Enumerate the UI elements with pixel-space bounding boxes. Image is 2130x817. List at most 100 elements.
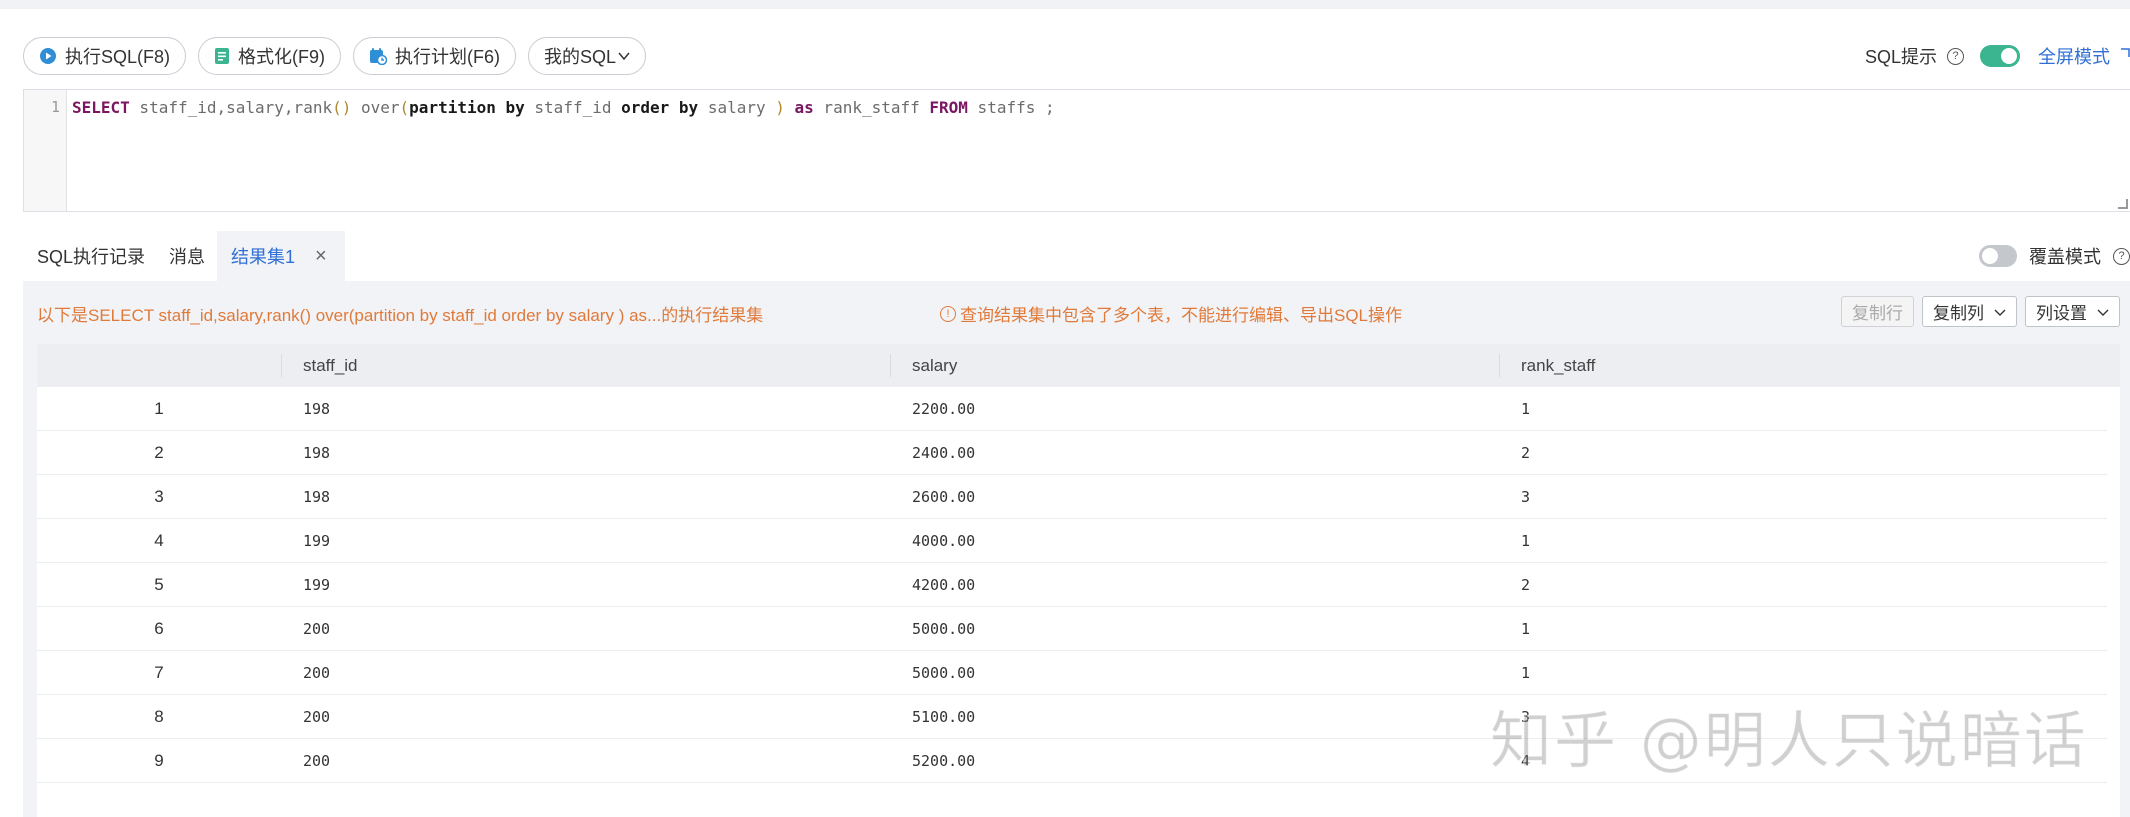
salary-cell[interactable]: 5200.00	[912, 739, 975, 782]
salary-cell[interactable]: 2200.00	[912, 387, 975, 430]
table-row[interactable]: 3 198 2600.00 3	[37, 475, 2107, 519]
row-number-cell[interactable]: 7	[37, 651, 281, 694]
staff-id-cell[interactable]: 198	[303, 475, 330, 518]
format-button[interactable]: 格式化(F9)	[198, 37, 342, 75]
row-number-cell[interactable]: 2	[37, 431, 281, 474]
row-number-cell[interactable]: 4	[37, 519, 281, 562]
chevron-down-icon	[1994, 302, 2006, 322]
chevron-down-icon	[618, 51, 630, 61]
column-divider[interactable]	[281, 354, 282, 377]
kw-order: order	[621, 98, 670, 117]
sql-editor[interactable]: 1 SELECT staff_id,salary,rank() over(par…	[23, 89, 2130, 212]
sql-toolbar: 执行SQL(F8) 格式化(F9) 执行计划(F6) 我的SQL	[23, 37, 647, 77]
kw-partition: partition	[409, 98, 496, 117]
result-warning: ! 查询结果集中包含了多个表，不能进行编辑、导出SQL操作	[940, 301, 1402, 326]
kw-select: SELECT	[72, 98, 130, 117]
salary-cell[interactable]: 5000.00	[912, 651, 975, 694]
close-icon[interactable]: ×	[315, 246, 327, 266]
column-settings-dropdown[interactable]: 列设置	[2025, 296, 2120, 327]
row-number-cell[interactable]: 3	[37, 475, 281, 518]
code-over: over	[351, 98, 400, 117]
cover-mode-toggle[interactable]	[1979, 245, 2017, 267]
header-salary[interactable]: salary	[912, 344, 957, 387]
header-rank-staff[interactable]: rank_staff	[1521, 344, 1595, 387]
rank-staff-cell[interactable]: 3	[1521, 475, 1530, 518]
code-paren: (	[399, 98, 410, 117]
plan-icon	[369, 47, 388, 65]
help-icon[interactable]: ?	[1947, 47, 1964, 65]
rank-staff-cell[interactable]: 1	[1521, 651, 1530, 694]
rank-staff-cell[interactable]: 2	[1521, 431, 1530, 474]
header-staff-id[interactable]: staff_id	[303, 344, 358, 387]
staff-id-cell[interactable]: 200	[303, 695, 330, 738]
staff-id-cell[interactable]: 198	[303, 431, 330, 474]
row-number-cell[interactable]: 6	[37, 607, 281, 650]
sql-hint-toggle[interactable]	[1980, 45, 2020, 67]
code-columns: staff_id,salary,rank	[129, 98, 333, 117]
salary-cell[interactable]: 4000.00	[912, 519, 975, 562]
salary-cell[interactable]: 2600.00	[912, 475, 975, 518]
editor-options: SQL提示 ? 全屏模式	[1865, 37, 2130, 75]
code-paren: )	[775, 98, 785, 117]
explain-plan-button[interactable]: 执行计划(F6)	[353, 37, 517, 75]
result-warning-text: 查询结果集中包含了多个表，不能进行编辑、导出SQL操作	[960, 306, 1403, 325]
table-row[interactable]: 1 198 2200.00 1	[37, 387, 2107, 431]
staff-id-cell[interactable]: 198	[303, 387, 330, 430]
result-info-text: 以下是SELECT staff_id,salary,rank() over(pa…	[37, 306, 764, 325]
my-sql-label: 我的SQL	[544, 47, 617, 67]
salary-cell[interactable]: 4200.00	[912, 563, 975, 606]
line-number: 1	[50, 98, 60, 116]
kw-by: by	[495, 98, 525, 117]
result-tabs: SQL执行记录 消息 结果集1 ×	[23, 231, 345, 281]
my-sql-dropdown[interactable]: 我的SQL	[528, 37, 647, 75]
salary-cell[interactable]: 2400.00	[912, 431, 975, 474]
grid-header-row: staff_id salary rank_staff	[37, 344, 2120, 387]
staff-id-cell[interactable]: 200	[303, 739, 330, 782]
row-number-cell[interactable]: 1	[37, 387, 281, 430]
code-col: staff_id	[524, 98, 622, 117]
rank-staff-cell[interactable]: 2	[1521, 563, 1530, 606]
kw-by: by	[669, 98, 699, 117]
table-row[interactable]: 7 200 5000.00 1	[37, 651, 2107, 695]
copy-column-dropdown[interactable]: 复制列	[1922, 296, 2017, 327]
staff-id-cell[interactable]: 199	[303, 563, 330, 606]
run-sql-button[interactable]: 执行SQL(F8)	[23, 37, 187, 75]
column-divider[interactable]	[1499, 354, 1500, 377]
table-row[interactable]: 5 199 4200.00 2	[37, 563, 2107, 607]
table-row[interactable]: 6 200 5000.00 1	[37, 607, 2107, 651]
staff-id-cell[interactable]: 200	[303, 651, 330, 694]
salary-cell[interactable]: 5000.00	[912, 607, 975, 650]
copy-row-button[interactable]: 复制行	[1841, 296, 1914, 327]
result-actions: 复制行 复制列 列设置	[1841, 296, 2120, 327]
tab-result-set-1[interactable]: 结果集1 ×	[217, 231, 345, 281]
sql-code-line[interactable]: SELECT staff_id,salary,rank() over(parti…	[72, 98, 1055, 117]
staff-id-cell[interactable]: 200	[303, 607, 330, 650]
format-label: 格式化(F9)	[238, 47, 326, 67]
tab-sql-history[interactable]: SQL执行记录	[23, 231, 157, 281]
code-table: staffs ;	[967, 98, 1055, 117]
column-divider[interactable]	[890, 354, 891, 377]
table-row[interactable]: 2 198 2400.00 2	[37, 431, 2107, 475]
help-icon[interactable]: ?	[2113, 247, 2130, 265]
row-number-cell[interactable]: 8	[37, 695, 281, 738]
format-doc-icon	[214, 47, 230, 65]
copy-column-label: 复制列	[1933, 304, 1984, 323]
info-icon: !	[940, 305, 956, 322]
chevron-down-icon	[2097, 302, 2109, 322]
expand-icon[interactable]	[2120, 46, 2130, 67]
staff-id-cell[interactable]: 199	[303, 519, 330, 562]
tab-messages[interactable]: 消息	[157, 231, 217, 281]
row-number-cell[interactable]: 5	[37, 563, 281, 606]
rank-staff-cell[interactable]: 1	[1521, 519, 1530, 562]
fullscreen-button[interactable]: 全屏模式	[2038, 43, 2110, 69]
table-row[interactable]: 4 199 4000.00 1	[37, 519, 2107, 563]
sql-hint-label: SQL提示	[1864, 47, 1937, 67]
salary-cell[interactable]: 5100.00	[912, 695, 975, 738]
header-row-number	[37, 344, 281, 387]
rank-staff-cell[interactable]: 1	[1521, 387, 1530, 430]
row-number-cell[interactable]: 9	[37, 739, 281, 782]
cover-mode-label: 覆盖模式	[2029, 247, 2101, 267]
resize-handle[interactable]	[2118, 199, 2128, 209]
rank-staff-cell[interactable]: 1	[1521, 607, 1530, 650]
line-gutter: 1	[24, 90, 67, 211]
